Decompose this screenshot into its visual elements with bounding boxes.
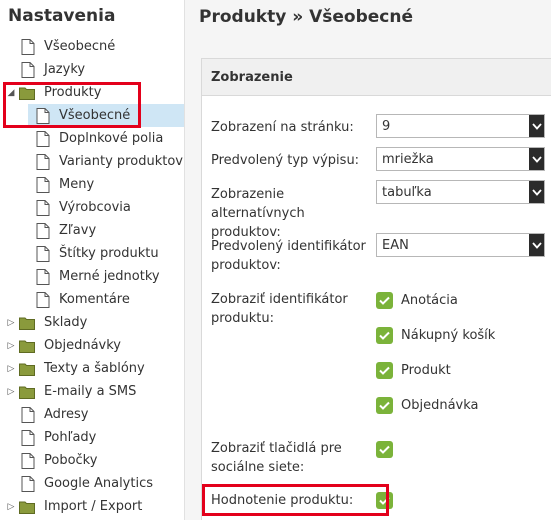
display-settings-panel: Zobrazenie Zobrazení na stránku: 9 Predv… bbox=[201, 58, 551, 520]
checkbox-label: Nákupný košík bbox=[401, 328, 496, 343]
tree-item-produkty[interactable]: ◢ Produkty bbox=[0, 81, 184, 104]
check-icon[interactable] bbox=[376, 397, 393, 414]
folder-open-icon bbox=[19, 87, 35, 100]
checkbox-label: Objednávka bbox=[401, 398, 479, 413]
page-icon bbox=[36, 130, 50, 147]
tree-item-stitky-produktu[interactable]: Štítky produktu bbox=[28, 242, 184, 265]
settings-sidebar: Nastavenia Všeobecné Jazyky ◢ Produkty V… bbox=[0, 0, 185, 520]
checkbox-produkt[interactable]: Produkt bbox=[376, 362, 451, 379]
chevron-down-icon bbox=[529, 181, 544, 203]
page-icon bbox=[21, 406, 35, 423]
tree-item-sklady[interactable]: ▷ Sklady bbox=[0, 311, 184, 334]
identifier-value: EAN bbox=[382, 237, 409, 253]
tree-item-varianty-produktov[interactable]: Varianty produktov bbox=[28, 150, 184, 173]
folder-icon bbox=[19, 386, 35, 399]
checkbox-label: Produkt bbox=[401, 363, 451, 378]
folder-icon bbox=[19, 317, 35, 330]
tree-item-emaily-a-sms[interactable]: ▷ E-maily a SMS bbox=[0, 380, 184, 403]
tree-item-jazyky[interactable]: Jazyky bbox=[0, 58, 184, 81]
collapsed-arrow-icon[interactable]: ▷ bbox=[6, 364, 16, 374]
tree-item-produkty-vseobecne[interactable]: Všeobecné bbox=[28, 104, 184, 127]
chevron-down-icon bbox=[529, 234, 544, 256]
collapsed-arrow-icon[interactable]: ▷ bbox=[6, 318, 16, 328]
check-icon[interactable] bbox=[376, 292, 393, 309]
page-icon bbox=[36, 153, 50, 170]
folder-icon bbox=[19, 363, 35, 376]
tree-item-vyrobcovia[interactable]: Výrobcovia bbox=[28, 196, 184, 219]
checkbox-rating[interactable] bbox=[376, 492, 401, 509]
tree-item-objednavky[interactable]: ▷ Objednávky bbox=[0, 334, 184, 357]
check-icon[interactable] bbox=[376, 492, 393, 509]
check-icon[interactable] bbox=[376, 362, 393, 379]
tree-item-pohlady[interactable]: Pohľady bbox=[0, 426, 184, 449]
collapsed-arrow-icon[interactable]: ▷ bbox=[6, 387, 16, 397]
identifier-label: Predvolený identifikátor produktov: bbox=[211, 239, 366, 273]
checkbox-label: Anotácia bbox=[401, 293, 458, 308]
per-page-value: 9 bbox=[382, 118, 391, 134]
expanded-arrow-icon[interactable]: ◢ bbox=[6, 88, 16, 98]
per-page-select[interactable]: 9 bbox=[376, 114, 545, 138]
page-icon bbox=[36, 199, 50, 216]
tree-item-texty-a-sablony[interactable]: ▷ Texty a šablóny bbox=[0, 357, 184, 380]
checkbox-nakupny-kosik[interactable]: Nákupný košík bbox=[376, 327, 495, 344]
tree-item-merne-jednotky[interactable]: Merné jednotky bbox=[28, 265, 184, 288]
folder-icon bbox=[19, 340, 35, 353]
page-icon bbox=[21, 38, 35, 55]
page-icon bbox=[21, 452, 35, 469]
check-icon[interactable] bbox=[376, 327, 393, 344]
page-icon bbox=[36, 107, 50, 124]
show-identifier-label: Zobraziť identifikátor produktu: bbox=[211, 292, 348, 326]
page-icon bbox=[21, 429, 35, 446]
tree-item-import-export[interactable]: ▷ Import / Export bbox=[0, 495, 184, 518]
chevron-down-icon bbox=[529, 115, 544, 137]
check-icon[interactable] bbox=[376, 441, 393, 458]
tree-item-komentare[interactable]: Komentáre bbox=[28, 288, 184, 311]
checkbox-social[interactable] bbox=[376, 441, 401, 458]
alt-products-select[interactable]: tabuľka bbox=[376, 180, 545, 204]
tree-item-doplnkove-polia[interactable]: Doplnkové polia bbox=[28, 127, 184, 150]
list-type-value: mriežka bbox=[382, 151, 434, 167]
page-title: Produkty » Všeobecné bbox=[199, 7, 414, 27]
social-label: Zobraziť tlačidlá pre sociálne siete: bbox=[211, 441, 342, 475]
collapsed-arrow-icon[interactable]: ▷ bbox=[6, 341, 16, 351]
collapsed-arrow-icon[interactable]: ▷ bbox=[6, 502, 16, 512]
tree-item-google-analytics[interactable]: Google Analytics bbox=[0, 472, 184, 495]
page-icon bbox=[21, 61, 35, 78]
tree-item-vseobecne[interactable]: Všeobecné bbox=[0, 35, 184, 58]
page-icon bbox=[36, 291, 50, 308]
chevron-down-icon bbox=[529, 148, 544, 170]
page-icon bbox=[36, 245, 50, 262]
page-icon bbox=[21, 475, 35, 492]
page-icon bbox=[36, 222, 50, 239]
tree-item-zlavy[interactable]: Zľavy bbox=[28, 219, 184, 242]
tree-item-pobocky[interactable]: Pobočky bbox=[0, 449, 184, 472]
folder-icon bbox=[19, 501, 35, 514]
rating-label: Hodnotenie produktu: bbox=[211, 493, 354, 508]
panel-title: Zobrazenie bbox=[202, 59, 551, 96]
tree-item-meny[interactable]: Meny bbox=[28, 173, 184, 196]
checkbox-anotacia[interactable]: Anotácia bbox=[376, 292, 458, 309]
checkbox-objednavka[interactable]: Objednávka bbox=[376, 397, 479, 414]
alt-products-value: tabuľka bbox=[382, 184, 432, 200]
tree-item-adresy[interactable]: Adresy bbox=[0, 403, 184, 426]
list-type-label: Predvolený typ výpisu: bbox=[211, 153, 360, 168]
main-content: Produkty » Všeobecné Zobrazenie Zobrazen… bbox=[185, 0, 551, 520]
alt-products-label: Zobrazenie alternatívnych produktov: bbox=[211, 187, 305, 240]
sidebar-title: Nastavenia bbox=[8, 6, 116, 26]
page-icon bbox=[36, 176, 50, 193]
list-type-select[interactable]: mriežka bbox=[376, 147, 545, 171]
page-icon bbox=[36, 268, 50, 285]
per-page-label: Zobrazení na stránku: bbox=[211, 120, 354, 135]
identifier-select[interactable]: EAN bbox=[376, 233, 545, 257]
